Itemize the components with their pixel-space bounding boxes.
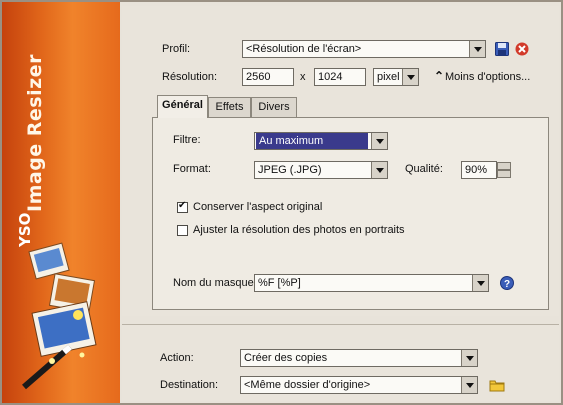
- unit-value: pixel: [377, 71, 400, 83]
- adjust-portrait-label: Ajuster la résolution des photos en port…: [193, 224, 405, 236]
- chevron-down-icon[interactable]: [402, 69, 418, 85]
- mask-select[interactable]: %F [%P]: [254, 274, 489, 292]
- double-chevron-up-icon: ⌃: [434, 69, 445, 83]
- general-tab-panel: Filtre: Au maximum Format: JPEG (.JPG) Q…: [152, 117, 549, 310]
- quality-label: Qualité:: [405, 163, 443, 175]
- profile-select[interactable]: <Résolution de l'écran>: [242, 40, 486, 58]
- less-options-link[interactable]: Moins d'options...: [445, 71, 530, 83]
- destination-value: <Même dossier d'origine>: [244, 379, 371, 391]
- height-input[interactable]: 1024: [314, 68, 366, 86]
- mask-value: %F [%P]: [258, 277, 301, 289]
- chevron-down-icon[interactable]: [371, 162, 387, 178]
- photos-wand-icon: [22, 242, 97, 390]
- format-value: JPEG (.JPG): [258, 164, 322, 176]
- mask-label: Nom du masque:: [173, 277, 257, 289]
- spin-up-icon[interactable]: [497, 162, 511, 170]
- action-select[interactable]: Créer des copies: [240, 349, 478, 367]
- tab-general[interactable]: Général: [157, 95, 208, 118]
- save-icon[interactable]: [495, 42, 509, 56]
- format-select[interactable]: JPEG (.JPG): [254, 161, 388, 179]
- chevron-down-icon[interactable]: [472, 275, 488, 291]
- destination-select[interactable]: <Même dossier d'origine>: [240, 376, 478, 394]
- spin-down-icon[interactable]: [497, 170, 511, 178]
- action-label: Action:: [160, 352, 194, 364]
- brand-banner: YSO Image Resizer: [2, 2, 120, 403]
- destination-label: Destination:: [160, 379, 219, 391]
- chevron-down-icon[interactable]: [371, 133, 387, 149]
- profile-value: <Résolution de l'écran>: [246, 43, 362, 55]
- quality-spinner[interactable]: [497, 162, 511, 178]
- svg-text:?: ?: [504, 279, 510, 290]
- chevron-down-icon[interactable]: [469, 41, 485, 57]
- help-icon[interactable]: ?: [500, 276, 514, 290]
- options-panel: Profil: <Résolution de l'écran> Résoluti…: [122, 6, 559, 316]
- app-title: Image Resizer: [24, 54, 46, 212]
- tab-misc[interactable]: Divers: [251, 97, 297, 117]
- adjust-portrait-checkbox[interactable]: [177, 225, 188, 236]
- delete-icon[interactable]: [515, 42, 529, 56]
- app-window: YSO Image Resizer Profil: <Résolution de…: [0, 0, 563, 405]
- resolution-separator: x: [300, 71, 306, 83]
- profile-label: Profil:: [162, 43, 191, 55]
- keep-aspect-checkbox[interactable]: [177, 200, 188, 213]
- resolution-label: Résolution:: [162, 71, 218, 83]
- filter-value: Au maximum: [256, 133, 368, 149]
- action-value: Créer des copies: [244, 352, 328, 364]
- format-label: Format:: [173, 163, 211, 175]
- keep-aspect-label: Conserver l'aspect original: [193, 201, 323, 213]
- filter-select[interactable]: Au maximum: [254, 132, 388, 150]
- unit-select[interactable]: pixel: [373, 68, 419, 86]
- filter-label: Filtre:: [173, 134, 201, 146]
- tab-effects[interactable]: Effets: [208, 97, 251, 117]
- quality-input[interactable]: 90%: [461, 161, 497, 179]
- width-input[interactable]: 2560: [242, 68, 294, 86]
- folder-icon[interactable]: [489, 378, 505, 392]
- chevron-down-icon[interactable]: [461, 350, 477, 366]
- chevron-down-icon[interactable]: [461, 377, 477, 393]
- action-panel: Action: Créer des copies Destination: <M…: [122, 324, 559, 401]
